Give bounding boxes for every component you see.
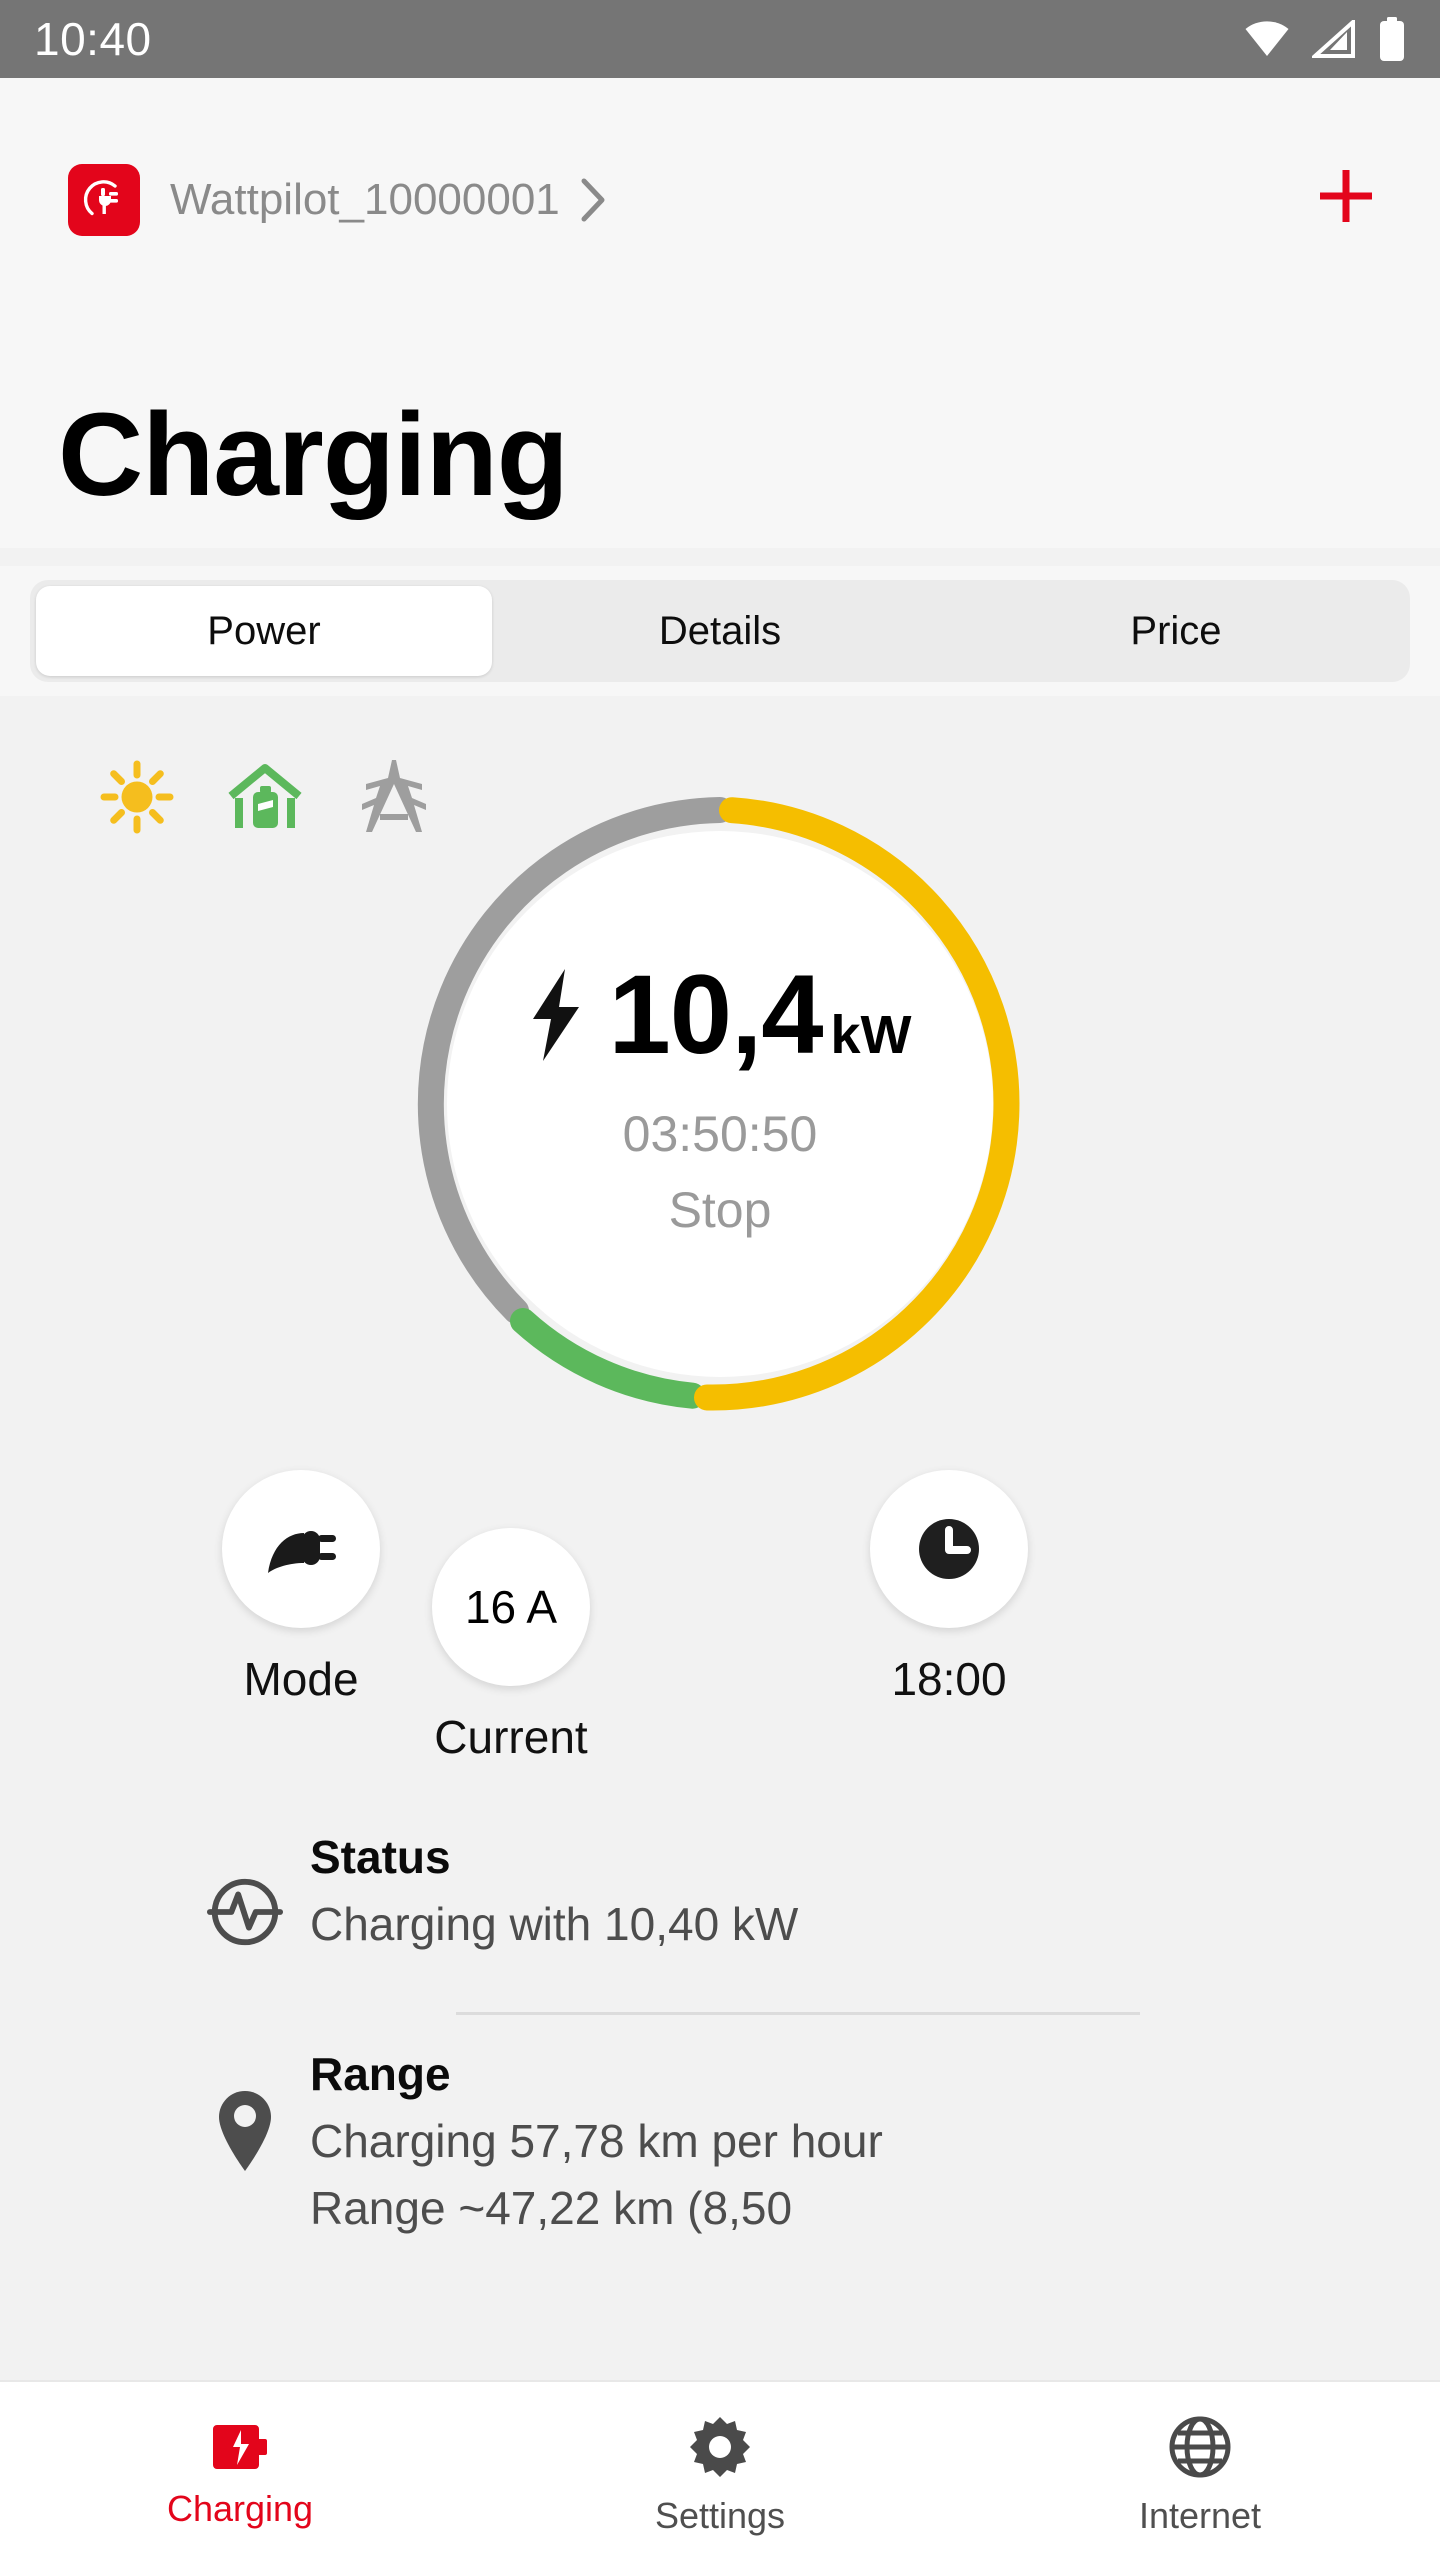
device-name-label: Wattpilot_10000001 [170, 175, 560, 224]
current-button-circle: 16 A [432, 1528, 590, 1686]
schedule-button-label: 18:00 [891, 1653, 1007, 1705]
app-header: Wattpilot_10000001 Charging [0, 78, 1440, 548]
pulse-circle-icon [206, 1872, 284, 1952]
device-selector[interactable]: Wattpilot_10000001 [68, 160, 608, 240]
tab-bar: Power Details Price [30, 580, 1410, 682]
status-bar: 10:40 [0, 0, 1440, 78]
range-line-1: Charging 57,78 km per hour [310, 2114, 883, 2167]
plus-icon [1314, 164, 1378, 233]
status-bar-clock: 10:40 [34, 13, 152, 65]
solar-sun-icon[interactable] [100, 760, 174, 834]
range-line-2: Range ~47,22 km (8,50 [310, 2181, 793, 2234]
info-row-range: Range Charging 57,78 km per hour Range ~… [0, 2045, 1440, 2235]
tab-power[interactable]: Power [36, 586, 492, 676]
nav-item-charging-label: Charging [166, 2488, 314, 2529]
schedule-button[interactable]: 18:00 [870, 1470, 1028, 1702]
info-divider [456, 2012, 1140, 2015]
battery-bolt-icon [211, 2423, 269, 2471]
info-row-status: Status Charging with 10,40 kW [0, 1828, 1440, 1978]
home-battery-icon[interactable] [226, 760, 304, 834]
nav-item-internet-label: Internet [1138, 2495, 1262, 2536]
clock-icon [912, 1512, 986, 1586]
power-tab-content: 10,4 kW 03:50:50 Stop Mode 16 A Current … [0, 696, 1440, 2380]
page-title: Charging [58, 389, 569, 521]
info-list: Status Charging with 10,40 kW Range Char… [0, 1828, 1440, 2235]
globe-icon [1169, 2416, 1231, 2478]
energy-source-legend [100, 758, 432, 834]
mode-button-label: Mode [243, 1653, 359, 1705]
tab-price-label: Price [1130, 609, 1222, 653]
range-title: Range [310, 2048, 451, 2100]
current-value: 16 A [464, 1581, 558, 1633]
status-title: Status [310, 1831, 451, 1883]
plug-icon [264, 1517, 338, 1581]
chevron-right-icon [578, 176, 608, 224]
tab-price[interactable]: Price [948, 586, 1404, 676]
mode-button[interactable]: Mode [222, 1470, 380, 1702]
app-root: 10:40 Wattpilot_10000001 Charging Power … [0, 0, 1440, 2560]
nav-item-settings[interactable]: Settings [480, 2382, 960, 2560]
tab-details[interactable]: Details [492, 586, 948, 676]
tab-power-label: Power [207, 609, 321, 653]
mode-button-circle [222, 1470, 380, 1628]
battery-icon [1378, 17, 1406, 61]
cellular-signal-icon [1312, 20, 1356, 58]
quick-actions: Mode 16 A Current 18:00 [0, 1470, 1440, 1810]
current-button[interactable]: 16 A Current [432, 1528, 590, 1760]
wattpilot-plug-logo-icon [68, 164, 140, 236]
tab-bar-container: Power Details Price [0, 566, 1440, 696]
bottom-navigation: Charging Settings Internet [0, 2380, 1440, 2560]
tab-details-label: Details [658, 609, 782, 653]
power-gauge: 10,4 kW 03:50:50 Stop [400, 784, 1040, 1424]
nav-item-settings-label: Settings [654, 2495, 786, 2536]
info-row-status-body: Status Charging with 10,40 kW [310, 1828, 798, 1951]
location-pin-icon [206, 2089, 284, 2175]
nav-item-internet[interactable]: Internet [960, 2382, 1440, 2560]
add-device-button[interactable] [1314, 166, 1378, 230]
nav-item-charging[interactable]: Charging [0, 2382, 480, 2560]
schedule-button-circle [870, 1470, 1028, 1628]
status-value: Charging with 10,40 kW [310, 1897, 799, 1950]
wifi-icon [1244, 20, 1290, 58]
gear-icon [689, 2416, 751, 2478]
current-button-label: Current [434, 1711, 588, 1763]
info-row-range-body: Range Charging 57,78 km per hour Range ~… [310, 2045, 883, 2235]
status-bar-icons [1244, 17, 1406, 61]
